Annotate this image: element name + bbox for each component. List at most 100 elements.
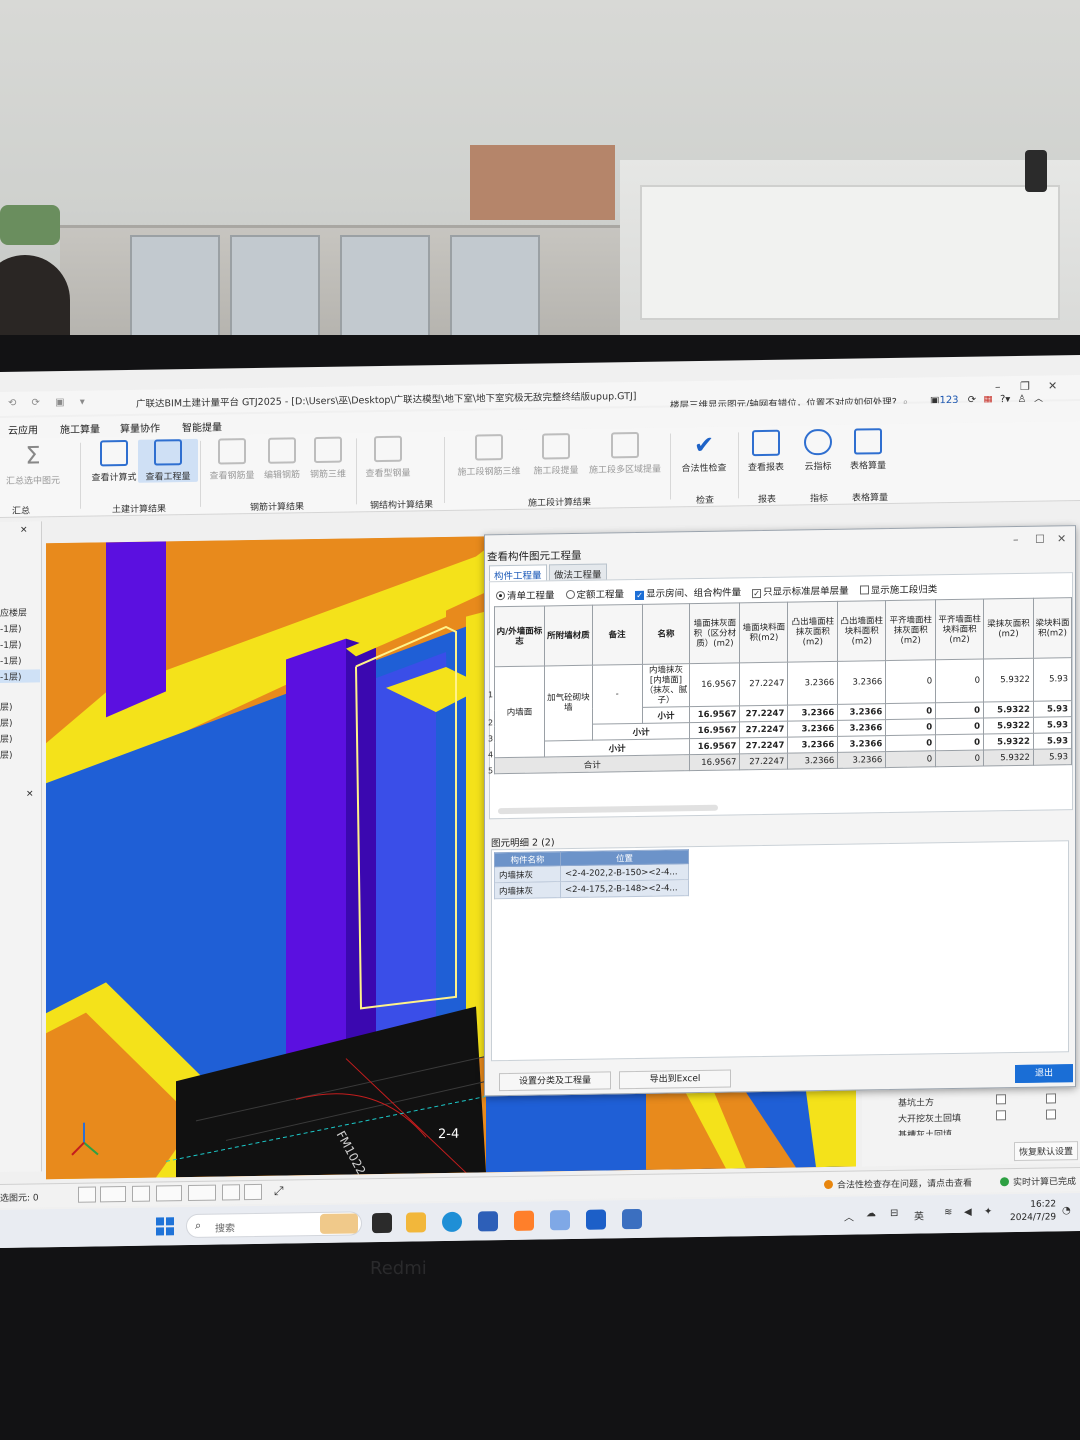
maximize-icon[interactable]: ☐: [1035, 533, 1045, 546]
setting-checkbox[interactable]: [996, 1094, 1006, 1105]
column-header[interactable]: 平齐墙面柱抹灰面积(m2): [885, 599, 936, 661]
value-cell: 3.2366: [787, 661, 838, 706]
column-header[interactable]: 构件名称: [494, 851, 561, 867]
edge-browser-icon[interactable]: [442, 1211, 462, 1233]
tab-cloud-apps[interactable]: 云应用: [8, 421, 38, 436]
component-name-cell: 内墙抹灰: [494, 865, 561, 883]
view-formula-button[interactable]: 查看计算式: [84, 439, 144, 484]
column-header[interactable]: 凸出墙面柱抹灰面积(m2): [787, 601, 838, 663]
setting-checkbox[interactable]: [1046, 1109, 1056, 1120]
network-device-icon[interactable]: ⊟: [890, 1208, 898, 1219]
tab-collaboration[interactable]: 算量协作: [120, 419, 160, 435]
quick-access-icons[interactable]: ⟲ ⟳ ▣ ▾: [8, 397, 91, 409]
total-label: 合计: [494, 754, 690, 774]
group-rebar-results: 钢筋计算结果: [250, 502, 305, 514]
table-header-row: 内/外墙面标志 所附墙材质 备注 名称 墙面抹灰面积（区分材质）(m2) 墙面块…: [494, 597, 1072, 667]
floor-item[interactable]: 层): [0, 700, 13, 713]
view-quantity-button[interactable]: 查看工程量: [138, 438, 198, 483]
value-cell: 5.93: [1033, 732, 1072, 750]
windows-start-icon[interactable]: [156, 1217, 174, 1236]
tab-construction-quantity[interactable]: 施工算量: [60, 420, 100, 436]
dimension-tool-icon[interactable]: [188, 1184, 216, 1202]
column-header[interactable]: 梁抹灰面积(m2): [983, 598, 1034, 660]
floor-item[interactable]: -1层): [0, 638, 22, 651]
show-room-checkbox[interactable]: ✓ 显示房间、组合构件量: [635, 584, 741, 601]
rotate-tool-icon[interactable]: [244, 1183, 262, 1201]
column-header[interactable]: 凸出墙面柱块料面积(m2): [837, 600, 886, 662]
segment-rebar-3d-button[interactable]: 施工段钢筋三维: [452, 434, 526, 478]
floor-item[interactable]: 应楼层: [0, 606, 27, 619]
cloud-icon[interactable]: ☁: [866, 1208, 876, 1219]
fullscreen-icon[interactable]: ⤢: [274, 1184, 284, 1199]
legality-warning[interactable]: 合法性检查存在问题，请点击查看: [824, 1176, 972, 1191]
steel-icon: [374, 435, 402, 463]
legality-check-button[interactable]: ✔ 合法性检查: [674, 430, 734, 475]
widget-icon[interactable]: [320, 1213, 358, 1234]
column-header[interactable]: 内/外墙面标志: [494, 605, 545, 667]
app-icon[interactable]: [514, 1210, 534, 1231]
notification-icon[interactable]: ◔: [1062, 1205, 1071, 1216]
floor-item-selected[interactable]: -1层): [0, 669, 40, 683]
cross-tool-icon[interactable]: [132, 1185, 150, 1202]
gtj-app-icon[interactable]: [622, 1208, 642, 1230]
tray-app-icon[interactable]: ✦: [984, 1206, 992, 1217]
ime-indicator[interactable]: 英: [914, 1207, 924, 1222]
bill-quantity-radio[interactable]: 清单工程量: [496, 587, 555, 602]
close-icon[interactable]: ✕: [1057, 532, 1066, 545]
radio-icon: [496, 591, 505, 601]
close-icon[interactable]: ✕: [1048, 379, 1057, 392]
segment-quantity-button[interactable]: 施工段提量: [526, 433, 586, 477]
column-header[interactable]: 所附墙材质: [544, 605, 593, 666]
floor-item[interactable]: 层): [0, 716, 13, 729]
wifi-icon[interactable]: ≋: [944, 1207, 952, 1218]
segment-multi-area-button[interactable]: 施工段多区域提量: [584, 431, 666, 476]
angle-tool-icon[interactable]: [156, 1185, 182, 1202]
restore-default-button[interactable]: 恢复默认设置: [1014, 1141, 1079, 1162]
horizontal-scrollbar[interactable]: [498, 804, 718, 815]
detail-row[interactable]: 内墙抹灰 <2-4-175,2-B-148><2-4...: [494, 879, 689, 899]
minimize-icon[interactable]: –: [1013, 533, 1019, 546]
quota-quantity-radio[interactable]: 定额工程量: [565, 586, 624, 601]
tab-method-quantity[interactable]: 做法工程量: [549, 563, 607, 581]
setting-checkbox[interactable]: [996, 1110, 1006, 1121]
tray-expand-icon[interactable]: ︿: [844, 1209, 854, 1224]
task-view-icon[interactable]: [372, 1212, 392, 1234]
column-header[interactable]: 名称: [642, 603, 690, 665]
column-header[interactable]: 平齐墙面柱块料面积(m2): [935, 599, 984, 660]
tab-smart-quantity[interactable]: 智能提量: [182, 419, 222, 435]
segment-class-checkbox[interactable]: 显示施工段归类: [859, 581, 937, 596]
close-icon[interactable]: ✕: [20, 526, 28, 536]
layer-tool-icon[interactable]: [222, 1184, 240, 1201]
column-header[interactable]: 墙面块料面积(m2): [739, 602, 788, 663]
tab-component-quantity[interactable]: 构件工程量: [489, 564, 547, 582]
table-quantity-button[interactable]: 表格算量: [838, 428, 898, 472]
summarize-selected-button[interactable]: Σ 汇总选中图元: [0, 441, 76, 487]
floor-item[interactable]: -1层): [0, 622, 22, 635]
close-icon[interactable]: ✕: [26, 789, 34, 799]
column-header[interactable]: 备注: [592, 604, 643, 666]
file-explorer-icon[interactable]: [406, 1212, 426, 1233]
search-icon: ⌕: [195, 1218, 202, 1232]
volume-icon[interactable]: ◀: [964, 1207, 972, 1218]
setting-checkbox[interactable]: [1046, 1093, 1056, 1104]
floor-item[interactable]: -1层): [0, 654, 22, 667]
exit-button[interactable]: 退出: [1015, 1064, 1073, 1084]
snap-tool-icon[interactable]: [100, 1186, 126, 1203]
view-report-button[interactable]: 查看报表: [736, 429, 796, 473]
glodon-app-icon[interactable]: [586, 1209, 606, 1230]
ortho-tool-icon[interactable]: [78, 1186, 96, 1203]
view-steel-quantity-button[interactable]: 查看型钢量: [358, 435, 418, 479]
checkbox-icon: ✓: [752, 589, 762, 599]
rebar-3d-button[interactable]: 钢筋三维: [298, 436, 358, 480]
standard-floor-checkbox[interactable]: ✓ 只显示标准层单层量: [752, 583, 849, 599]
column-header[interactable]: 墙面抹灰面积（区分材质）(m2): [689, 602, 740, 664]
floor-item[interactable]: 层): [0, 748, 13, 761]
clock[interactable]: 16:22 2024/7/29: [1010, 1198, 1056, 1225]
floor-item[interactable]: 层): [0, 732, 13, 745]
export-excel-button[interactable]: 导出到Excel: [619, 1069, 731, 1090]
set-classification-button[interactable]: 设置分类及工程量: [499, 1071, 611, 1092]
wall-flag-cell: 内墙面: [494, 665, 545, 758]
app-icon[interactable]: [550, 1210, 570, 1231]
store-icon[interactable]: [478, 1211, 498, 1232]
column-header[interactable]: 梁块料面积(m2): [1033, 597, 1072, 659]
